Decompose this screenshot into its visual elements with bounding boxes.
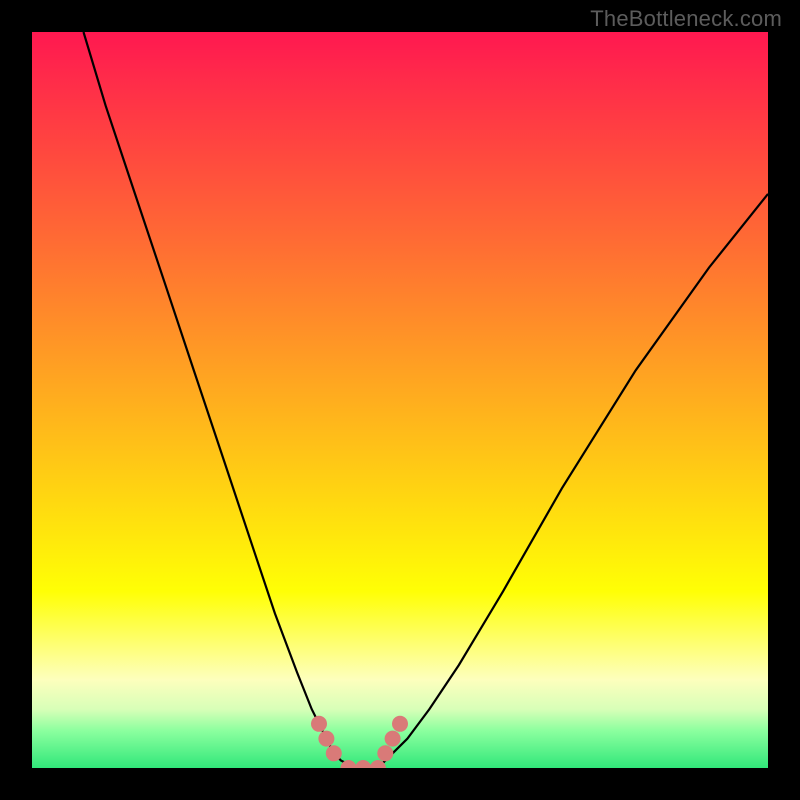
highlight-marker <box>311 716 327 732</box>
highlight-marker <box>377 745 393 761</box>
highlight-marker <box>326 745 342 761</box>
watermark-text: TheBottleneck.com <box>590 6 782 32</box>
highlight-marker <box>355 760 371 768</box>
chart-frame <box>32 32 768 768</box>
highlight-marker <box>385 731 401 747</box>
highlight-markers-group <box>311 716 408 768</box>
highlight-marker <box>392 716 408 732</box>
highlight-marker <box>318 731 334 747</box>
chart-svg <box>32 32 768 768</box>
bottleneck-curve-line <box>84 32 769 768</box>
